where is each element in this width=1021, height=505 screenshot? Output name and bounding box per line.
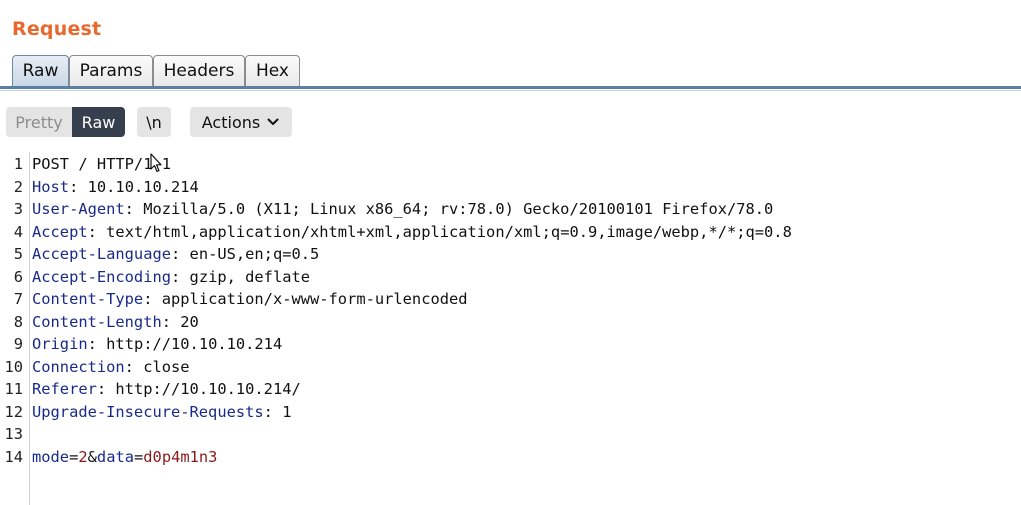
request-line: 7 Content-Type: application/x-www-form-ur… <box>0 288 468 310</box>
header-value: http://10.10.10.214/ <box>115 380 301 398</box>
header-separator: : <box>124 357 144 376</box>
show-newlines-button[interactable]: \n <box>137 107 171 137</box>
line-number: 2 <box>13 177 23 196</box>
line-number: 12 <box>4 402 23 421</box>
param-value: d0p4m1n3 <box>143 447 218 466</box>
header-value: application/x-www-form-urlencoded <box>161 290 468 308</box>
request-line: 12 Upgrade-Insecure-Requests: 1 <box>0 401 291 423</box>
request-line: 6 Accept-Encoding: gzip, deflate <box>0 266 310 288</box>
line-number: 14 <box>4 447 23 466</box>
header-value: 1 <box>282 402 292 421</box>
param-name: mode <box>32 447 70 466</box>
line-number: 4 <box>13 222 23 241</box>
param-equals: = <box>69 447 79 466</box>
request-line: 8 Content-Length: 20 <box>0 311 199 333</box>
actions-dropdown-button[interactable]: Actions <box>190 107 292 137</box>
header-value: close <box>143 357 190 376</box>
tab-headers[interactable]: Headers <box>153 55 245 86</box>
header-separator: : <box>87 222 107 241</box>
header-value: Mozilla/5.0 (X11; Linux x86_64; rv:78.0)… <box>143 200 774 218</box>
header-name: Host <box>32 177 70 196</box>
actions-label: Actions <box>201 112 261 132</box>
header-value: en-US,en;q=0.5 <box>189 245 320 263</box>
mouse-pointer-icon <box>150 153 162 173</box>
tab-params[interactable]: Params <box>69 55 153 86</box>
tab-raw[interactable]: Raw <box>12 55 69 86</box>
request-line: 5 Accept-Language: en-US,en;q=0.5 <box>0 243 320 265</box>
request-line: 11 Referer: http://10.10.10.214/ <box>0 378 301 400</box>
header-name: Referer <box>32 380 97 398</box>
line-number: 13 <box>4 425 23 443</box>
request-line: 4 Accept: text/html,application/xhtml+xml… <box>0 221 792 243</box>
header-separator: : <box>263 402 283 421</box>
request-line: 2 Host: 10.10.10.214 <box>0 176 199 198</box>
line-number: 9 <box>13 335 23 353</box>
header-separator: : <box>171 267 190 286</box>
header-separator: : <box>124 200 144 218</box>
request-line: 10 Connection: close <box>0 356 190 378</box>
line-number: 3 <box>13 200 23 218</box>
header-value: text/html,application/xhtml+xml,applicat… <box>106 222 792 241</box>
line-number: 11 <box>4 380 23 398</box>
tab-underline-shadow <box>0 90 1021 91</box>
request-line: 9 Origin: http://10.10.10.214 <box>0 333 283 355</box>
header-name: Upgrade-Insecure-Requests <box>32 402 264 421</box>
request-line: 1 POST / HTTP/1.1 <box>0 153 171 175</box>
header-value: http://10.10.10.214 <box>106 335 283 353</box>
line-number: 8 <box>13 312 23 331</box>
tab-hex[interactable]: Hex <box>245 55 300 86</box>
request-line: 3 User-Agent: Mozilla/5.0 (X11; Linux x86… <box>0 198 774 220</box>
header-separator: : <box>171 245 190 263</box>
header-name: Accept <box>32 222 88 241</box>
header-value: 20 <box>180 312 199 331</box>
request-line: 14 mode=2&data=d0p4m1n3 <box>0 446 217 468</box>
header-value: 10.10.10.214 <box>87 177 199 196</box>
header-name: Accept-Encoding <box>32 267 171 286</box>
header-name: Origin <box>32 335 88 353</box>
header-name: Accept-Language <box>32 245 171 263</box>
param-value: 2 <box>78 447 88 466</box>
line-number: 10 <box>4 357 23 376</box>
header-name: Connection <box>32 357 125 376</box>
header-name: Content-Length <box>32 312 162 331</box>
header-name: Content-Type <box>32 290 144 308</box>
header-name: User-Agent <box>32 200 125 218</box>
line-number: 6 <box>13 267 23 286</box>
header-separator: : <box>69 177 88 196</box>
pretty-toggle-button[interactable]: Pretty <box>6 107 72 137</box>
param-name: data <box>96 447 134 466</box>
request-line: 13 <box>0 423 32 445</box>
header-separator: : <box>161 312 181 331</box>
line-number: 7 <box>13 290 23 308</box>
tab-underline <box>0 86 1021 89</box>
param-separator: & <box>87 447 97 466</box>
chevron-down-icon <box>267 118 279 125</box>
tab-params-label: Params <box>79 61 143 81</box>
tab-headers-label: Headers <box>163 61 235 81</box>
raw-toggle-button[interactable]: Raw <box>72 107 125 137</box>
request-panel-title: Request <box>12 18 102 40</box>
line-number: 5 <box>13 245 23 263</box>
header-separator: : <box>87 335 107 353</box>
param-equals: = <box>134 447 144 466</box>
tab-hex-label: Hex <box>255 61 289 81</box>
header-separator: : <box>143 290 162 308</box>
header-separator: : <box>96 380 116 398</box>
line-number: 1 <box>13 155 23 173</box>
header-value: gzip, deflate <box>189 267 311 286</box>
tab-raw-label: Raw <box>22 61 59 81</box>
